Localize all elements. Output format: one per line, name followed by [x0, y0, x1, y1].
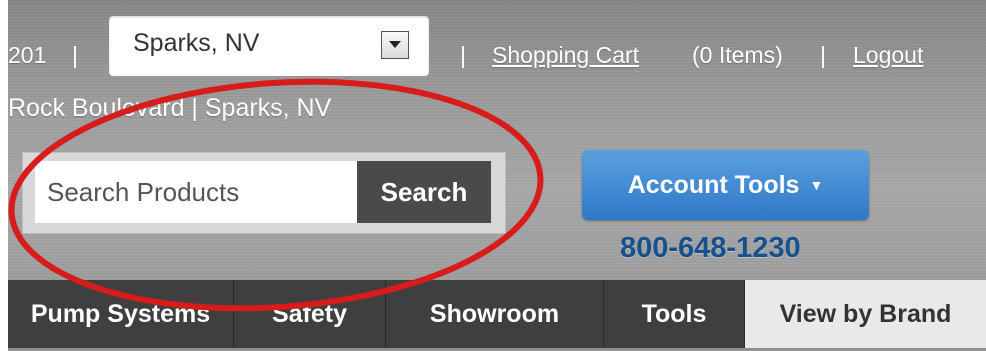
dropdown-arrow-icon[interactable] — [381, 31, 409, 59]
main-nav: Pump Systems Safety Showroom Tools View … — [8, 280, 986, 348]
phone-number: 800-648-1230 — [620, 232, 801, 264]
shopping-cart-link[interactable]: Shopping Cart — [492, 42, 639, 69]
separator: | — [820, 42, 826, 68]
nav-item-view-by-brand[interactable]: View by Brand — [745, 280, 986, 348]
search-form: Search — [22, 152, 506, 234]
location-select[interactable]: Sparks, NV — [109, 16, 429, 76]
search-button[interactable]: Search — [357, 161, 491, 223]
search-input[interactable] — [35, 161, 357, 223]
caret-down-icon: ▼ — [809, 177, 824, 193]
nav-item-tools[interactable]: Tools — [604, 280, 745, 348]
nav-item-showroom[interactable]: Showroom — [386, 280, 604, 348]
account-tools-label: Account Tools — [627, 170, 800, 199]
separator: | — [460, 42, 466, 68]
logout-link[interactable]: Logout — [853, 42, 923, 69]
separator: | — [72, 42, 78, 68]
store-number-fragment: 201 — [8, 42, 47, 68]
location-value: Sparks, NV — [133, 29, 260, 57]
store-address: Rock Boulevard | Sparks, NV — [8, 94, 332, 122]
account-tools-button[interactable]: Account Tools ▼ — [582, 150, 869, 220]
nav-item-pump-systems[interactable]: Pump Systems — [8, 280, 234, 348]
cart-count: (0 Items) — [692, 42, 783, 68]
nav-item-safety[interactable]: Safety — [234, 280, 386, 348]
